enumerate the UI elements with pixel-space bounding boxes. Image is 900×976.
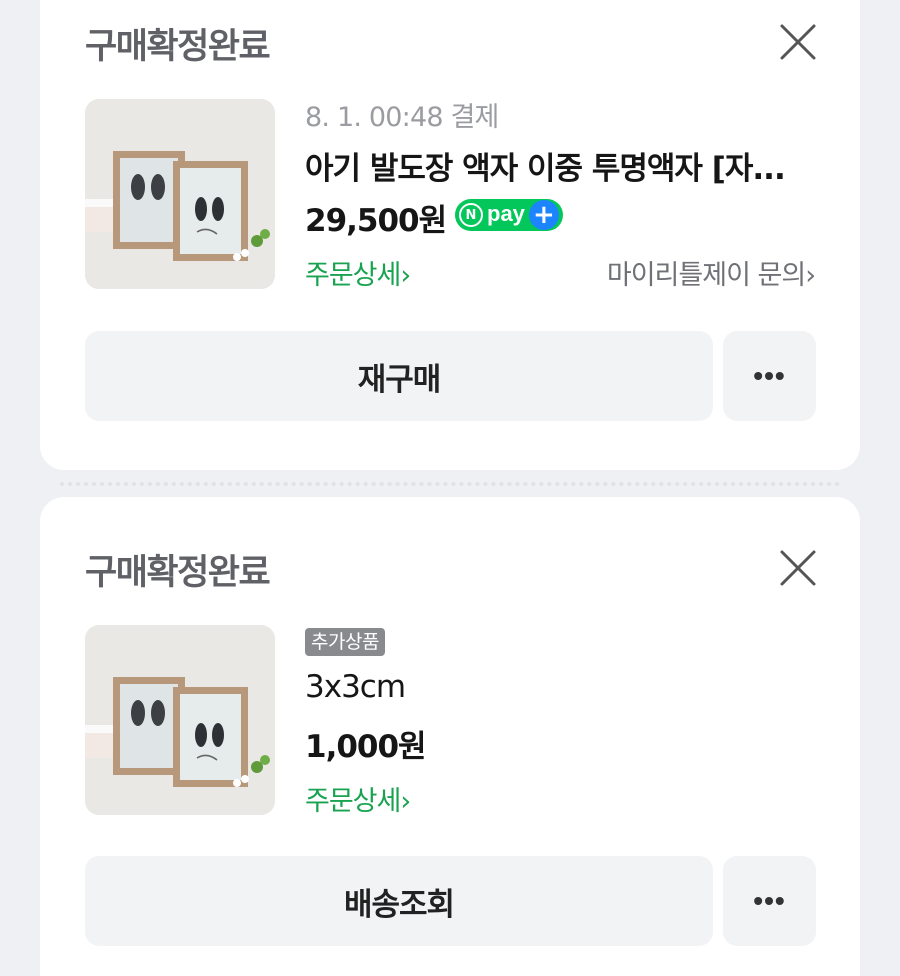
order-detail-link[interactable]: 주문상세›: [305, 253, 411, 292]
dotted-divider: [60, 482, 840, 486]
more-options-button[interactable]: •••: [723, 856, 816, 946]
product-thumbnail[interactable]: [85, 99, 275, 289]
product-price: 29,500원: [305, 203, 447, 239]
option-name[interactable]: 3x3cm: [305, 669, 406, 705]
order-status: 구매확정완료: [85, 27, 271, 67]
order-detail-link[interactable]: 주문상세›: [305, 779, 411, 818]
npay-label: pay: [487, 201, 525, 226]
product-thumbnail[interactable]: [85, 625, 275, 815]
chevron-right-icon: ›: [400, 786, 411, 817]
chevron-right-icon: ›: [400, 260, 411, 291]
product-price: 1,000원: [305, 729, 427, 765]
repurchase-button[interactable]: 재구매: [85, 331, 713, 421]
npay-plus-icon: +: [528, 200, 559, 230]
seller-inquiry-label: 마이리틀제이 문의: [606, 260, 806, 291]
order-detail-label: 주문상세: [305, 786, 401, 817]
close-icon[interactable]: [778, 22, 818, 62]
seller-inquiry-link[interactable]: 마이리틀제이 문의›: [555, 253, 816, 292]
more-options-button[interactable]: •••: [723, 331, 816, 421]
order-detail-label: 주문상세: [305, 260, 401, 291]
ticket-notch-right: [848, 471, 872, 495]
chevron-right-icon: ›: [805, 260, 816, 291]
payment-date: 8. 1. 00:48 결제: [305, 102, 499, 133]
npay-badge: N pay +: [455, 199, 563, 231]
order-status: 구매확정완료: [85, 553, 271, 593]
product-name[interactable]: 아기 발도장 액자 이중 투명액자 [자...: [305, 143, 825, 188]
ticket-notch-left: [28, 471, 52, 495]
additional-product-tag: 추가상품: [305, 628, 385, 656]
npay-n-icon: N: [459, 203, 483, 227]
track-delivery-button[interactable]: 배송조회: [85, 856, 713, 946]
close-icon[interactable]: [778, 548, 818, 588]
